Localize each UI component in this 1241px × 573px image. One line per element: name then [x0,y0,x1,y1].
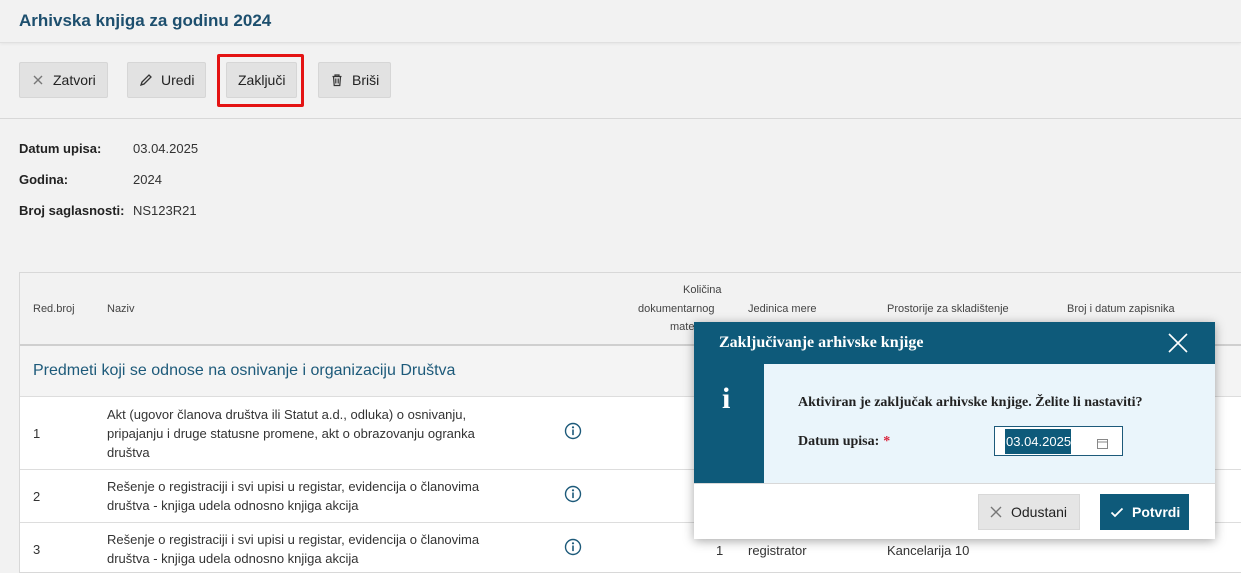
detail-value: 03.04.2025 [133,141,199,156]
modal-message: Aktiviran je zaključak arhivske knjige. … [798,395,1143,410]
column-header-kolicina-line2: dokumentarnog [638,303,715,315]
detail-value: 2024 [133,172,162,187]
confirm-button-label: Potvrdi [1132,504,1181,520]
date-input-value: 03.04.2025 [1005,429,1071,454]
close-button-label: Zatvori [53,72,96,88]
cancel-button[interactable]: Odustani [978,494,1080,530]
info-circle-icon[interactable] [564,422,582,440]
detail-value: NS123R21 [133,203,197,218]
close-button[interactable]: Zatvori [19,62,108,98]
column-header-prostorije[interactable]: Prostorije za skladištenje [887,303,1009,315]
modal-info-panel: i [694,364,764,483]
column-header-naziv[interactable]: Naziv [107,303,135,315]
delete-button[interactable]: Briši [318,62,392,98]
row-name: Rešenje o registraciji i svi upisi u reg… [107,479,480,513]
edit-button-label: Uredi [161,72,195,88]
delete-button-label: Briši [352,72,380,88]
row-room: Kancelarija 10 [887,543,970,558]
detail-label: Godina: [19,172,69,187]
group-title: Predmeti koji se odnose na osnivanje i o… [33,362,456,379]
modal-title: Zaključivanje arhivske knjige [719,334,924,351]
row-unit: registrator [748,543,807,558]
row-number: 3 [33,542,41,557]
calendar-icon[interactable] [1097,436,1108,449]
trash-icon [330,73,344,87]
info-circle-icon[interactable] [564,538,582,556]
row-number: 2 [33,489,41,504]
column-header-jedinica[interactable]: Jedinica mere [748,303,816,315]
info-icon: i [722,382,731,415]
modal-body: Aktiviran je zaključak arhivske knjige. … [764,364,1215,483]
check-icon [1110,505,1124,519]
edit-button[interactable]: Uredi [127,62,207,98]
row-number: 1 [33,426,41,441]
date-label-text: Datum upisa: [798,434,880,449]
highlight-box [217,54,304,107]
modal-close-icon[interactable] [1166,331,1190,355]
column-header-red-broj[interactable]: Red.broj [33,303,75,315]
page-header: Arhivska knjiga za godinu 2024 [0,0,1241,43]
column-header-kolicina-line3: mate [670,321,695,333]
confirm-button[interactable]: Potvrdi [1100,494,1189,530]
modal-header: Zaključivanje arhivske knjige [694,322,1215,364]
close-icon [989,505,1003,519]
modal-footer: Odustani Potvrdi [694,483,1215,539]
info-circle-icon[interactable] [564,485,582,503]
date-label: Datum upisa: * [798,434,890,450]
row-name: Akt (ugovor članova društva ili Statut a… [107,407,475,460]
row-name: Rešenje o registraciji i svi upisi u reg… [107,532,480,566]
column-header-kolicina-line1[interactable]: Količina [683,284,722,296]
close-icon [31,73,45,87]
pencil-icon [139,73,153,87]
detail-label: Broj saglasnosti: [19,203,125,218]
page-title: Arhivska knjiga za godinu 2024 [19,11,272,30]
column-header-zapisnik[interactable]: Broj i datum zapisnika [1067,303,1175,315]
detail-label: Datum upisa: [19,141,102,156]
required-mark: * [883,434,891,449]
cancel-button-label: Odustani [1011,504,1068,520]
date-input[interactable]: 03.04.2025 [994,426,1123,456]
row-quantity: 1 [716,543,724,558]
toolbar: Zatvori Uredi Zaključi Briši [0,44,1241,119]
